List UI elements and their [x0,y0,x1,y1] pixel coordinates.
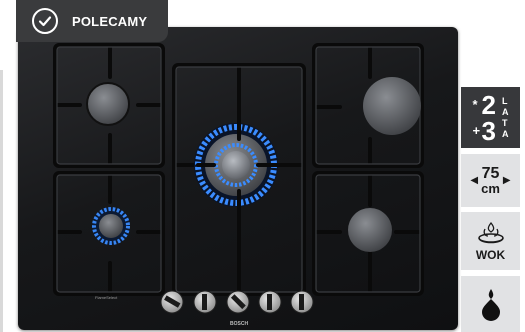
warranty-unit-letter: L [501,95,508,106]
wok-tile: WOK [461,212,520,270]
badge-label: POLECAMY [72,13,148,29]
warranty-unit-letter: A [501,106,509,117]
width-tile: ◀ 75 cm ▶ [461,154,520,207]
burner-bottom-right [348,208,392,252]
checkmark-circle-icon [32,8,58,34]
flame-drop-icon [481,289,500,321]
warranty-unit: L A T A [502,96,509,140]
recommended-badge: POLECAMY [16,0,168,42]
wok-burner-icon [477,221,504,243]
warranty-years-2: 3 [481,115,496,146]
warranty-years-1: 2 [481,89,496,120]
flame-tile [461,276,520,332]
gas-hob-image: FlameSelect BOSCH [18,27,458,330]
wok-label: WOK [475,247,506,262]
hob-drawing: FlameSelect BOSCH [53,43,424,327]
warranty-prefix-1: * [472,97,478,112]
width-value: 75 [481,165,500,182]
brand-label: BOSCH [230,321,248,327]
warranty-tile: * 2 + 3 L A T A [461,87,520,148]
arrow-left-icon: ◀ [470,175,479,186]
series-label: FlameSelect [95,295,118,300]
arrow-right-icon: ▶ [502,175,511,186]
warranty-unit-letter: T [501,117,508,128]
warranty-unit-letter: A [501,128,509,139]
warranty-prefix-2: + [472,123,481,138]
width-unit: cm [481,181,500,196]
left-edge-strip [0,70,3,332]
burner-top-right [363,77,421,135]
